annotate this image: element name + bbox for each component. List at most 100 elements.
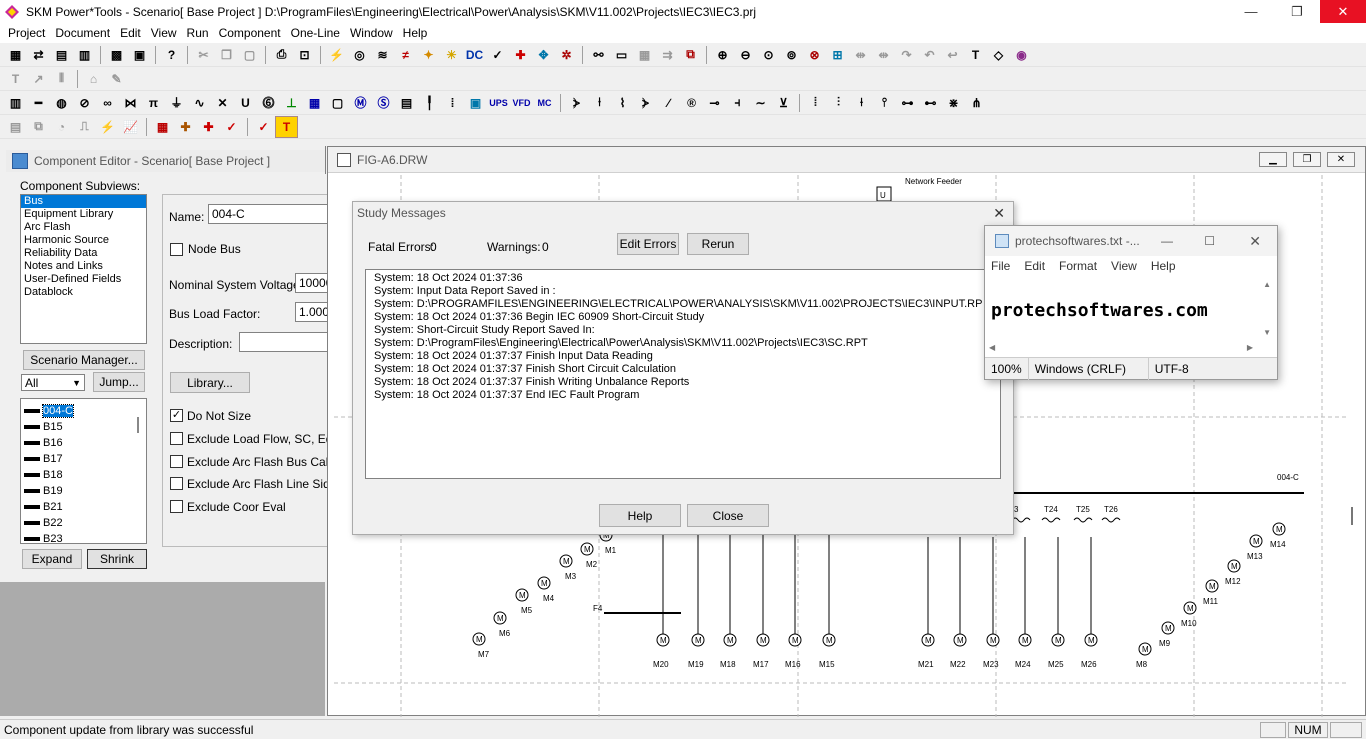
motor-symbol[interactable]: M M13 xyxy=(1247,534,1263,561)
tool-a-icon[interactable]: ▤ xyxy=(4,116,27,138)
scroll-left-icon[interactable]: ◀ xyxy=(989,343,995,352)
do-not-size-checkbox[interactable]: ✓ xyxy=(170,409,183,422)
protective-8-icon[interactable]: ⫞ xyxy=(726,92,749,114)
motor-symbol[interactable]: M M5 xyxy=(515,588,533,615)
cable-icon[interactable]: ∿ xyxy=(188,92,211,114)
network-icon[interactable]: ✲ xyxy=(555,44,578,66)
gen-icon[interactable]: ⓺ xyxy=(257,92,280,114)
tool-d-icon[interactable]: ⎍ xyxy=(73,116,96,138)
edit-errors-button[interactable]: Edit Errors xyxy=(617,233,679,255)
utility-icon[interactable]: ◍ xyxy=(50,92,73,114)
chart-icon[interactable]: ▥ xyxy=(73,44,96,66)
tool-h-icon[interactable]: ✚ xyxy=(174,116,197,138)
reliability-icon[interactable]: ✚ xyxy=(509,44,532,66)
menu-help[interactable]: Help xyxy=(399,26,434,40)
notepad-menu-format[interactable]: Format xyxy=(1059,259,1097,273)
bus-item[interactable]: B19 xyxy=(21,483,146,499)
transformer-icon[interactable]: ∞ xyxy=(96,92,119,114)
exclude-arc-bus-checkbox[interactable] xyxy=(170,455,183,468)
save-icon[interactable]: ▣ xyxy=(128,44,151,66)
pan-h-icon[interactable]: ⇹ xyxy=(849,44,872,66)
paste-icon[interactable]: ▢ xyxy=(238,44,261,66)
protective-7-icon[interactable]: ⊸ xyxy=(703,92,726,114)
filter-select[interactable]: All ▼ xyxy=(21,374,85,391)
name-input[interactable]: 004-C xyxy=(208,204,338,224)
menu-edit[interactable]: Edit xyxy=(116,26,147,40)
tool-f-icon[interactable]: 📈 xyxy=(119,116,142,138)
mdi-close-button[interactable]: ✕ xyxy=(1327,152,1355,167)
motor-symbol[interactable]: M M18 xyxy=(720,533,737,669)
motor-symbol[interactable]: M M12 xyxy=(1225,559,1241,586)
mc-icon[interactable]: MC xyxy=(533,92,556,114)
motor-symbol[interactable]: M M2 xyxy=(580,542,598,569)
cut-icon[interactable]: ✂ xyxy=(192,44,215,66)
motor-symbol[interactable]: M M11 xyxy=(1203,579,1219,606)
study-icon-2[interactable]: ◎ xyxy=(348,44,371,66)
tool-k-icon[interactable]: ✓ xyxy=(252,116,275,138)
study-close-icon[interactable]: ✕ xyxy=(993,205,1005,222)
harmonic-icon[interactable]: ≋ xyxy=(371,44,394,66)
bus-item[interactable]: B18 xyxy=(21,467,146,483)
open-icon[interactable]: ⇄ xyxy=(27,44,50,66)
fuse-icon[interactable]: ╿ xyxy=(418,92,441,114)
close-dialog-button[interactable]: Close xyxy=(687,504,769,527)
scrollbar-thumb[interactable] xyxy=(137,417,139,433)
relay-icon[interactable]: ⁞ xyxy=(441,92,464,114)
library-button[interactable]: Library... xyxy=(170,372,250,393)
motor-symbol[interactable]: M M9 xyxy=(1159,621,1175,648)
text-icon[interactable]: T xyxy=(964,44,987,66)
protective-10-icon[interactable]: ⊻ xyxy=(772,92,795,114)
vfd-icon[interactable]: VFD xyxy=(510,92,533,114)
bus-item[interactable]: B15 xyxy=(21,419,146,435)
device-6-icon[interactable]: ⊷ xyxy=(919,92,942,114)
tool-j-icon[interactable]: ✓ xyxy=(220,116,243,138)
message-log[interactable]: System: 18 Oct 2024 01:37:36 System: Inp… xyxy=(365,269,1001,479)
ground-icon[interactable]: ⊥ xyxy=(280,92,303,114)
subviews-list[interactable]: Bus Equipment Library Arc Flash Harmonic… xyxy=(20,194,147,344)
check-icon[interactable]: ✓ xyxy=(486,44,509,66)
notepad-menu-view[interactable]: View xyxy=(1111,259,1137,273)
motor-symbol[interactable]: M M20 xyxy=(653,533,670,669)
motor-symbol[interactable]: M M8 xyxy=(1136,642,1152,669)
exclude-coor-checkbox[interactable] xyxy=(170,500,183,513)
motor-symbol[interactable]: M M25 xyxy=(1048,537,1065,669)
bus-item[interactable]: B16 xyxy=(21,435,146,451)
drawing-scrollbar[interactable] xyxy=(1351,507,1353,525)
motor-symbol[interactable]: M M24 xyxy=(1015,537,1032,669)
notepad-menu-edit[interactable]: Edit xyxy=(1024,259,1045,273)
bus-item[interactable]: B22 xyxy=(21,515,146,531)
light-icon[interactable]: ☀ xyxy=(440,44,463,66)
motor-symbol[interactable]: M M4 xyxy=(537,576,555,603)
select-icon[interactable]: ⊞ xyxy=(826,44,849,66)
notepad-menu-file[interactable]: File xyxy=(991,259,1010,273)
diamond-icon[interactable]: ◇ xyxy=(987,44,1010,66)
switch-icon[interactable]: ⏚ xyxy=(165,92,188,114)
breaker-icon[interactable]: ⊘ xyxy=(73,92,96,114)
bus-item[interactable]: 004-C xyxy=(21,403,146,419)
shrink-button[interactable]: Shrink xyxy=(87,549,147,569)
subview-item-reliability-data[interactable]: Reliability Data xyxy=(21,247,146,260)
motor-symbol[interactable]: M M19 xyxy=(688,533,705,669)
format-icon-2[interactable]: ↗ xyxy=(27,68,50,90)
monitor-icon[interactable]: ▣ xyxy=(464,92,487,114)
motor-symbol[interactable]: M M7 xyxy=(472,632,490,659)
motor-symbol[interactable]: M M17 xyxy=(753,533,770,669)
subview-item-harmonic-source[interactable]: Harmonic Source xyxy=(21,234,146,247)
tool-c-icon[interactable]: ◔ xyxy=(50,116,73,138)
device-2-icon[interactable]: ⫶ xyxy=(827,92,850,114)
device-1-icon[interactable]: ⦙ xyxy=(804,92,827,114)
mdi-minimize-button[interactable]: ▁ xyxy=(1259,152,1287,167)
format-icon-1[interactable]: T xyxy=(4,68,27,90)
transformer-symbol[interactable] xyxy=(1041,517,1061,523)
subview-item-arc-flash[interactable]: Arc Flash xyxy=(21,221,146,234)
ring-icon[interactable]: ◉ xyxy=(1010,44,1033,66)
tool-e-icon[interactable]: ⚡ xyxy=(96,116,119,138)
tool-i-icon[interactable]: ✚ xyxy=(197,116,220,138)
redo-icon[interactable]: ↷ xyxy=(895,44,918,66)
u-icon[interactable]: U xyxy=(234,92,257,114)
print-preview-icon[interactable]: ⊡ xyxy=(293,44,316,66)
expand-button[interactable]: Expand xyxy=(22,549,82,569)
grid-icon[interactable]: ▦ xyxy=(633,44,656,66)
menu-component[interactable]: Component xyxy=(215,26,287,40)
motor-symbol[interactable]: M M14 xyxy=(1270,522,1286,549)
